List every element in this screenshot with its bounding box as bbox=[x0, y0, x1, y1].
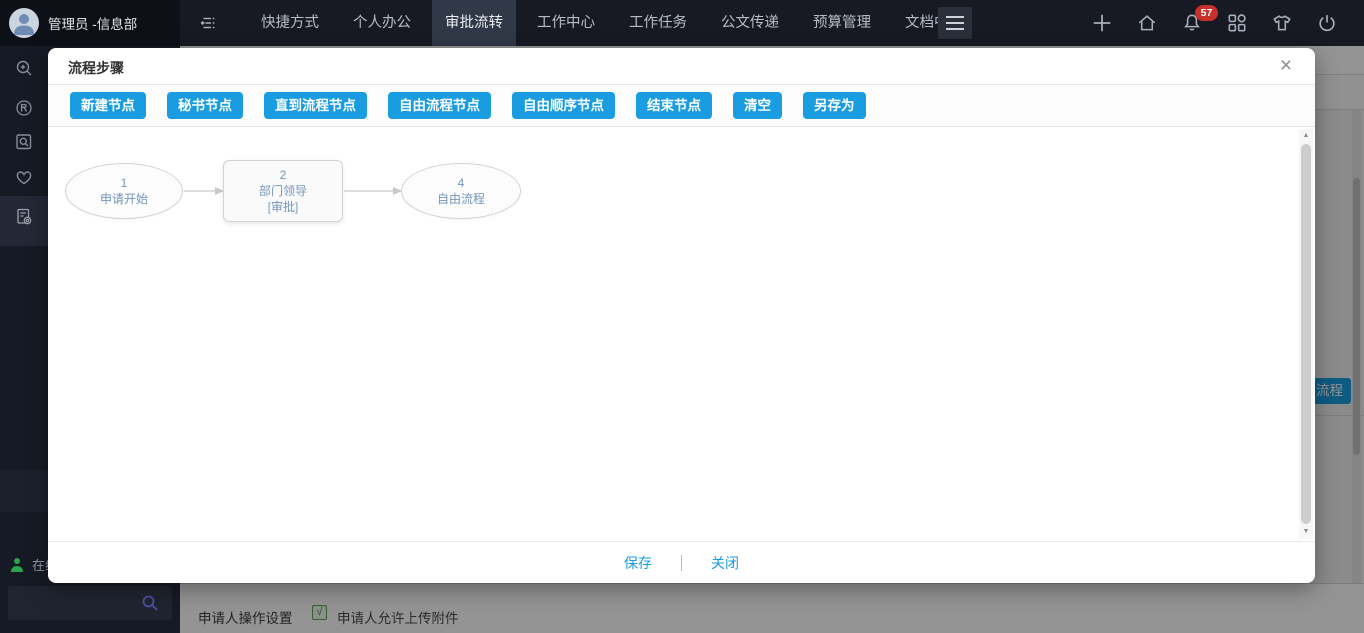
canvas-scrollbar-thumb[interactable] bbox=[1301, 144, 1311, 524]
more-menus-icon[interactable] bbox=[938, 7, 972, 39]
save-button[interactable]: 保存 bbox=[624, 553, 652, 573]
app-window: 管理员 -信息部 快捷方式 个人办公 审批流转 工作中心 工作任务 公文传递 预… bbox=[0, 0, 1364, 633]
flow-canvas[interactable]: 1 申请开始 2 部门领导 [审批] 4 自由流程 ▲ bbox=[48, 127, 1315, 541]
search-icon[interactable] bbox=[141, 594, 159, 612]
modal-title: 流程步骤 bbox=[68, 58, 124, 78]
node-label: 部门领导 bbox=[259, 183, 307, 199]
free-sequence-node-button[interactable]: 自由顺序节点 bbox=[512, 92, 615, 119]
node-number: 1 bbox=[121, 175, 128, 191]
online-user-icon bbox=[10, 557, 24, 573]
sidebar-search-input[interactable] bbox=[8, 586, 172, 620]
scroll-up-icon[interactable]: ▲ bbox=[1299, 129, 1313, 143]
node-number: 2 bbox=[280, 167, 287, 183]
flow-connector-arrow bbox=[344, 185, 402, 197]
node-label: 自由流程 bbox=[437, 191, 485, 207]
nav-item-work-tasks[interactable]: 工作任务 bbox=[616, 0, 700, 46]
user-name: 管理员 -信息部 bbox=[48, 13, 137, 33]
save-as-button[interactable]: 另存为 bbox=[803, 92, 866, 119]
nav-item-personal-office[interactable]: 个人办公 bbox=[340, 0, 424, 46]
nav-item-work-center[interactable]: 工作中心 bbox=[524, 0, 608, 46]
nav-item-document-delivery[interactable]: 公文传递 bbox=[708, 0, 792, 46]
flow-node-dept-leader[interactable]: 2 部门领导 [审批] bbox=[223, 160, 343, 222]
node-sub-label: [审批] bbox=[268, 199, 299, 215]
node-label: 申请开始 bbox=[100, 191, 148, 207]
main-nav: 快捷方式 个人办公 审批流转 工作中心 工作任务 公文传递 预算管理 文档中心 bbox=[244, 0, 980, 46]
scroll-down-icon[interactable]: ▼ bbox=[1299, 525, 1313, 539]
user-panel[interactable]: 管理员 -信息部 bbox=[0, 0, 180, 46]
footer-divider bbox=[681, 555, 682, 571]
apps-grid-icon[interactable] bbox=[1226, 12, 1248, 34]
flow-node-start[interactable]: 1 申请开始 bbox=[65, 163, 183, 219]
secretary-node-button[interactable]: 秘书节点 bbox=[167, 92, 243, 119]
node-number: 4 bbox=[458, 175, 465, 191]
nav-item-approval-flow[interactable]: 审批流转 bbox=[432, 0, 516, 46]
sidebar-favorites-icon[interactable] bbox=[13, 166, 35, 188]
end-node-button[interactable]: 结束节点 bbox=[636, 92, 712, 119]
clear-button[interactable]: 清空 bbox=[733, 92, 782, 119]
notification-badge[interactable]: 57 bbox=[1195, 5, 1218, 21]
canvas-scrollbar[interactable]: ▲ ▼ bbox=[1299, 129, 1313, 539]
new-node-button[interactable]: 新建节点 bbox=[70, 92, 146, 119]
close-button[interactable]: 关闭 bbox=[711, 553, 739, 573]
collapse-sidebar-icon[interactable] bbox=[197, 13, 217, 33]
top-navigation-bar: 管理员 -信息部 快捷方式 个人办公 审批流转 工作中心 工作任务 公文传递 预… bbox=[0, 0, 1364, 46]
user-avatar-icon bbox=[9, 8, 39, 38]
home-icon[interactable] bbox=[1136, 12, 1158, 34]
sidebar-search-icon[interactable] bbox=[13, 57, 35, 79]
modal-header: 流程步骤 × bbox=[48, 48, 1315, 85]
avatar[interactable] bbox=[9, 8, 39, 38]
flow-node-free-flow[interactable]: 4 自由流程 bbox=[401, 163, 521, 219]
theme-shirt-icon[interactable] bbox=[1271, 12, 1293, 34]
flow-connector-arrow bbox=[184, 185, 224, 197]
sidebar-explore-icon[interactable] bbox=[13, 97, 35, 119]
node-toolbar: 新建节点 秘书节点 直到流程节点 自由流程节点 自由顺序节点 结束节点 清空 另… bbox=[48, 85, 1315, 127]
sidebar-doc-search-icon[interactable] bbox=[13, 131, 35, 153]
modal-footer: 保存 关闭 bbox=[48, 541, 1315, 583]
power-icon[interactable] bbox=[1316, 12, 1338, 34]
sidebar-flow-settings-icon[interactable] bbox=[13, 206, 35, 228]
flow-steps-modal: 流程步骤 × 新建节点 秘书节点 直到流程节点 自由流程节点 自由顺序节点 结束… bbox=[48, 48, 1315, 583]
plus-icon[interactable] bbox=[1091, 12, 1113, 34]
until-flow-node-button[interactable]: 直到流程节点 bbox=[264, 92, 367, 119]
nav-item-shortcuts[interactable]: 快捷方式 bbox=[248, 0, 332, 46]
close-icon[interactable]: × bbox=[1275, 55, 1297, 77]
nav-item-budget-management[interactable]: 预算管理 bbox=[800, 0, 884, 46]
free-flow-node-button[interactable]: 自由流程节点 bbox=[388, 92, 491, 119]
